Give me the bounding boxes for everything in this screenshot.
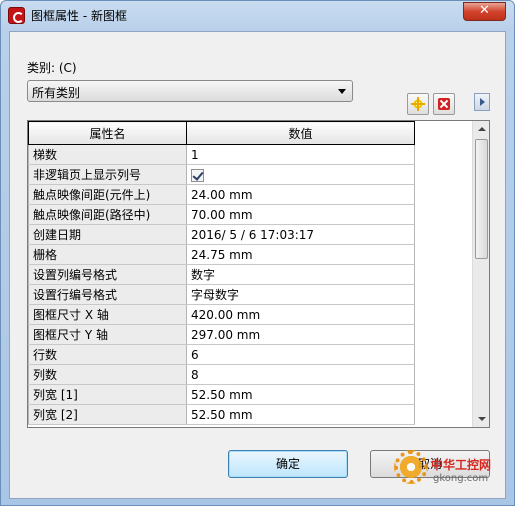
property-value-cell[interactable]: 297.00 mm bbox=[186, 324, 415, 345]
table-row[interactable]: 列宽 [1] 52.50 mm bbox=[28, 384, 415, 405]
new-star-icon bbox=[411, 97, 425, 111]
close-button[interactable]: ✕ bbox=[463, 2, 506, 21]
table-row[interactable]: 设置行编号格式 字母数字 bbox=[28, 284, 415, 305]
category-selected-value: 所有类别 bbox=[32, 86, 81, 100]
watermark-gear-icon bbox=[394, 450, 428, 484]
table-row[interactable]: 列数 8 bbox=[28, 364, 415, 385]
delete-x-icon bbox=[438, 98, 450, 110]
property-name-cell: 图框尺寸 X 轴 bbox=[28, 304, 187, 325]
table-row[interactable]: 设置列编号格式 数字 bbox=[28, 264, 415, 285]
property-value-cell[interactable]: 数字 bbox=[186, 264, 415, 285]
watermark-text: 中华工控网 bbox=[431, 458, 492, 472]
property-value-cell[interactable]: 8 bbox=[186, 364, 415, 385]
property-name-cell: 触点映像间距(路径中) bbox=[28, 204, 187, 225]
property-name-cell: 列宽 [2] bbox=[28, 404, 187, 425]
table-row[interactable]: 梯数 1 bbox=[28, 144, 415, 165]
property-name-cell: 非逻辑页上显示列号 bbox=[28, 164, 187, 185]
property-value-cell[interactable]: 字母数字 bbox=[186, 284, 415, 305]
property-value-cell[interactable]: 52.50 mm bbox=[186, 384, 415, 405]
property-value-cell[interactable]: 70.00 mm bbox=[186, 204, 415, 225]
table-row[interactable]: 创建日期 2016/ 5 / 6 17:03:17 bbox=[28, 224, 415, 245]
table-row[interactable]: 图框尺寸 X 轴 420.00 mm bbox=[28, 304, 415, 325]
chevron-down-icon bbox=[338, 89, 346, 94]
property-name-cell: 列宽 [1] bbox=[28, 384, 187, 405]
scroll-down-arrow-icon[interactable] bbox=[473, 410, 489, 427]
window-title: 图框属性 - 新图框 bbox=[31, 9, 127, 23]
table-row[interactable]: 图框尺寸 Y 轴 297.00 mm bbox=[28, 324, 415, 345]
dialog-body: 类别: (C) 所有类别 属性名 数值 梯数 1 非逻辑页上显示列号 触点映像间距(元… bbox=[9, 31, 506, 499]
table-row[interactable]: 行数 6 bbox=[28, 344, 415, 365]
property-value-cell[interactable]: 420.00 mm bbox=[186, 304, 415, 325]
property-name-cell: 设置列编号格式 bbox=[28, 264, 187, 285]
property-grid: 属性名 数值 梯数 1 非逻辑页上显示列号 触点映像间距(元件上) 24.00 mm 触点… bbox=[27, 120, 490, 428]
column-header-name[interactable]: 属性名 bbox=[28, 121, 187, 145]
property-name-cell: 列数 bbox=[28, 364, 187, 385]
property-name-cell: 图框尺寸 Y 轴 bbox=[28, 324, 187, 345]
property-value-cell[interactable]: 24.00 mm bbox=[186, 184, 415, 205]
delete-property-button[interactable] bbox=[433, 93, 455, 115]
title-bar[interactable]: 图框属性 - 新图框 ✕ bbox=[1, 1, 514, 29]
scrollbar-thumb[interactable] bbox=[475, 139, 488, 259]
vertical-scrollbar[interactable] bbox=[472, 121, 489, 427]
table-row[interactable]: 触点映像间距(路径中) 70.00 mm bbox=[28, 204, 415, 225]
table-row[interactable]: 列宽 [2] 52.50 mm bbox=[28, 404, 415, 425]
table-row[interactable]: 栅格 24.75 mm bbox=[28, 244, 415, 265]
ok-button[interactable]: 确定 bbox=[228, 450, 348, 478]
property-name-cell: 设置行编号格式 bbox=[28, 284, 187, 305]
property-value-cell[interactable]: 6 bbox=[186, 344, 415, 365]
property-value-cell[interactable]: 52.50 mm bbox=[186, 404, 415, 425]
property-value-cell[interactable] bbox=[186, 164, 415, 185]
property-name-cell: 梯数 bbox=[28, 144, 187, 165]
watermark-subtext: gkong.com bbox=[433, 473, 489, 484]
property-name-cell: 栅格 bbox=[28, 244, 187, 265]
table-row[interactable]: 触点映像间距(元件上) 24.00 mm bbox=[28, 184, 415, 205]
property-name-cell: 触点映像间距(元件上) bbox=[28, 184, 187, 205]
scroll-up-arrow-icon[interactable] bbox=[473, 121, 489, 138]
table-row[interactable]: 非逻辑页上显示列号 bbox=[28, 164, 415, 185]
property-name-cell: 创建日期 bbox=[28, 224, 187, 245]
property-table: 属性名 数值 梯数 1 非逻辑页上显示列号 触点映像间距(元件上) 24.00 mm 触点… bbox=[28, 121, 415, 425]
property-value-cell[interactable]: 1 bbox=[186, 144, 415, 165]
property-name-cell: 行数 bbox=[28, 344, 187, 365]
column-header-value[interactable]: 数值 bbox=[186, 121, 415, 145]
category-dropdown[interactable]: 所有类别 bbox=[27, 80, 353, 102]
checkbox-checked-icon[interactable] bbox=[191, 168, 204, 182]
expand-arrow-button[interactable] bbox=[474, 93, 490, 111]
dialog-window: 图框属性 - 新图框 ✕ 类别: (C) 所有类别 属性名 数值 梯数 1 非逻… bbox=[0, 0, 515, 506]
property-value-cell[interactable]: 2016/ 5 / 6 17:03:17 bbox=[186, 224, 415, 245]
property-value-cell[interactable]: 24.75 mm bbox=[186, 244, 415, 265]
app-logo-icon bbox=[8, 7, 25, 24]
new-property-button[interactable] bbox=[407, 93, 429, 115]
category-label: 类别: (C) bbox=[27, 61, 77, 75]
